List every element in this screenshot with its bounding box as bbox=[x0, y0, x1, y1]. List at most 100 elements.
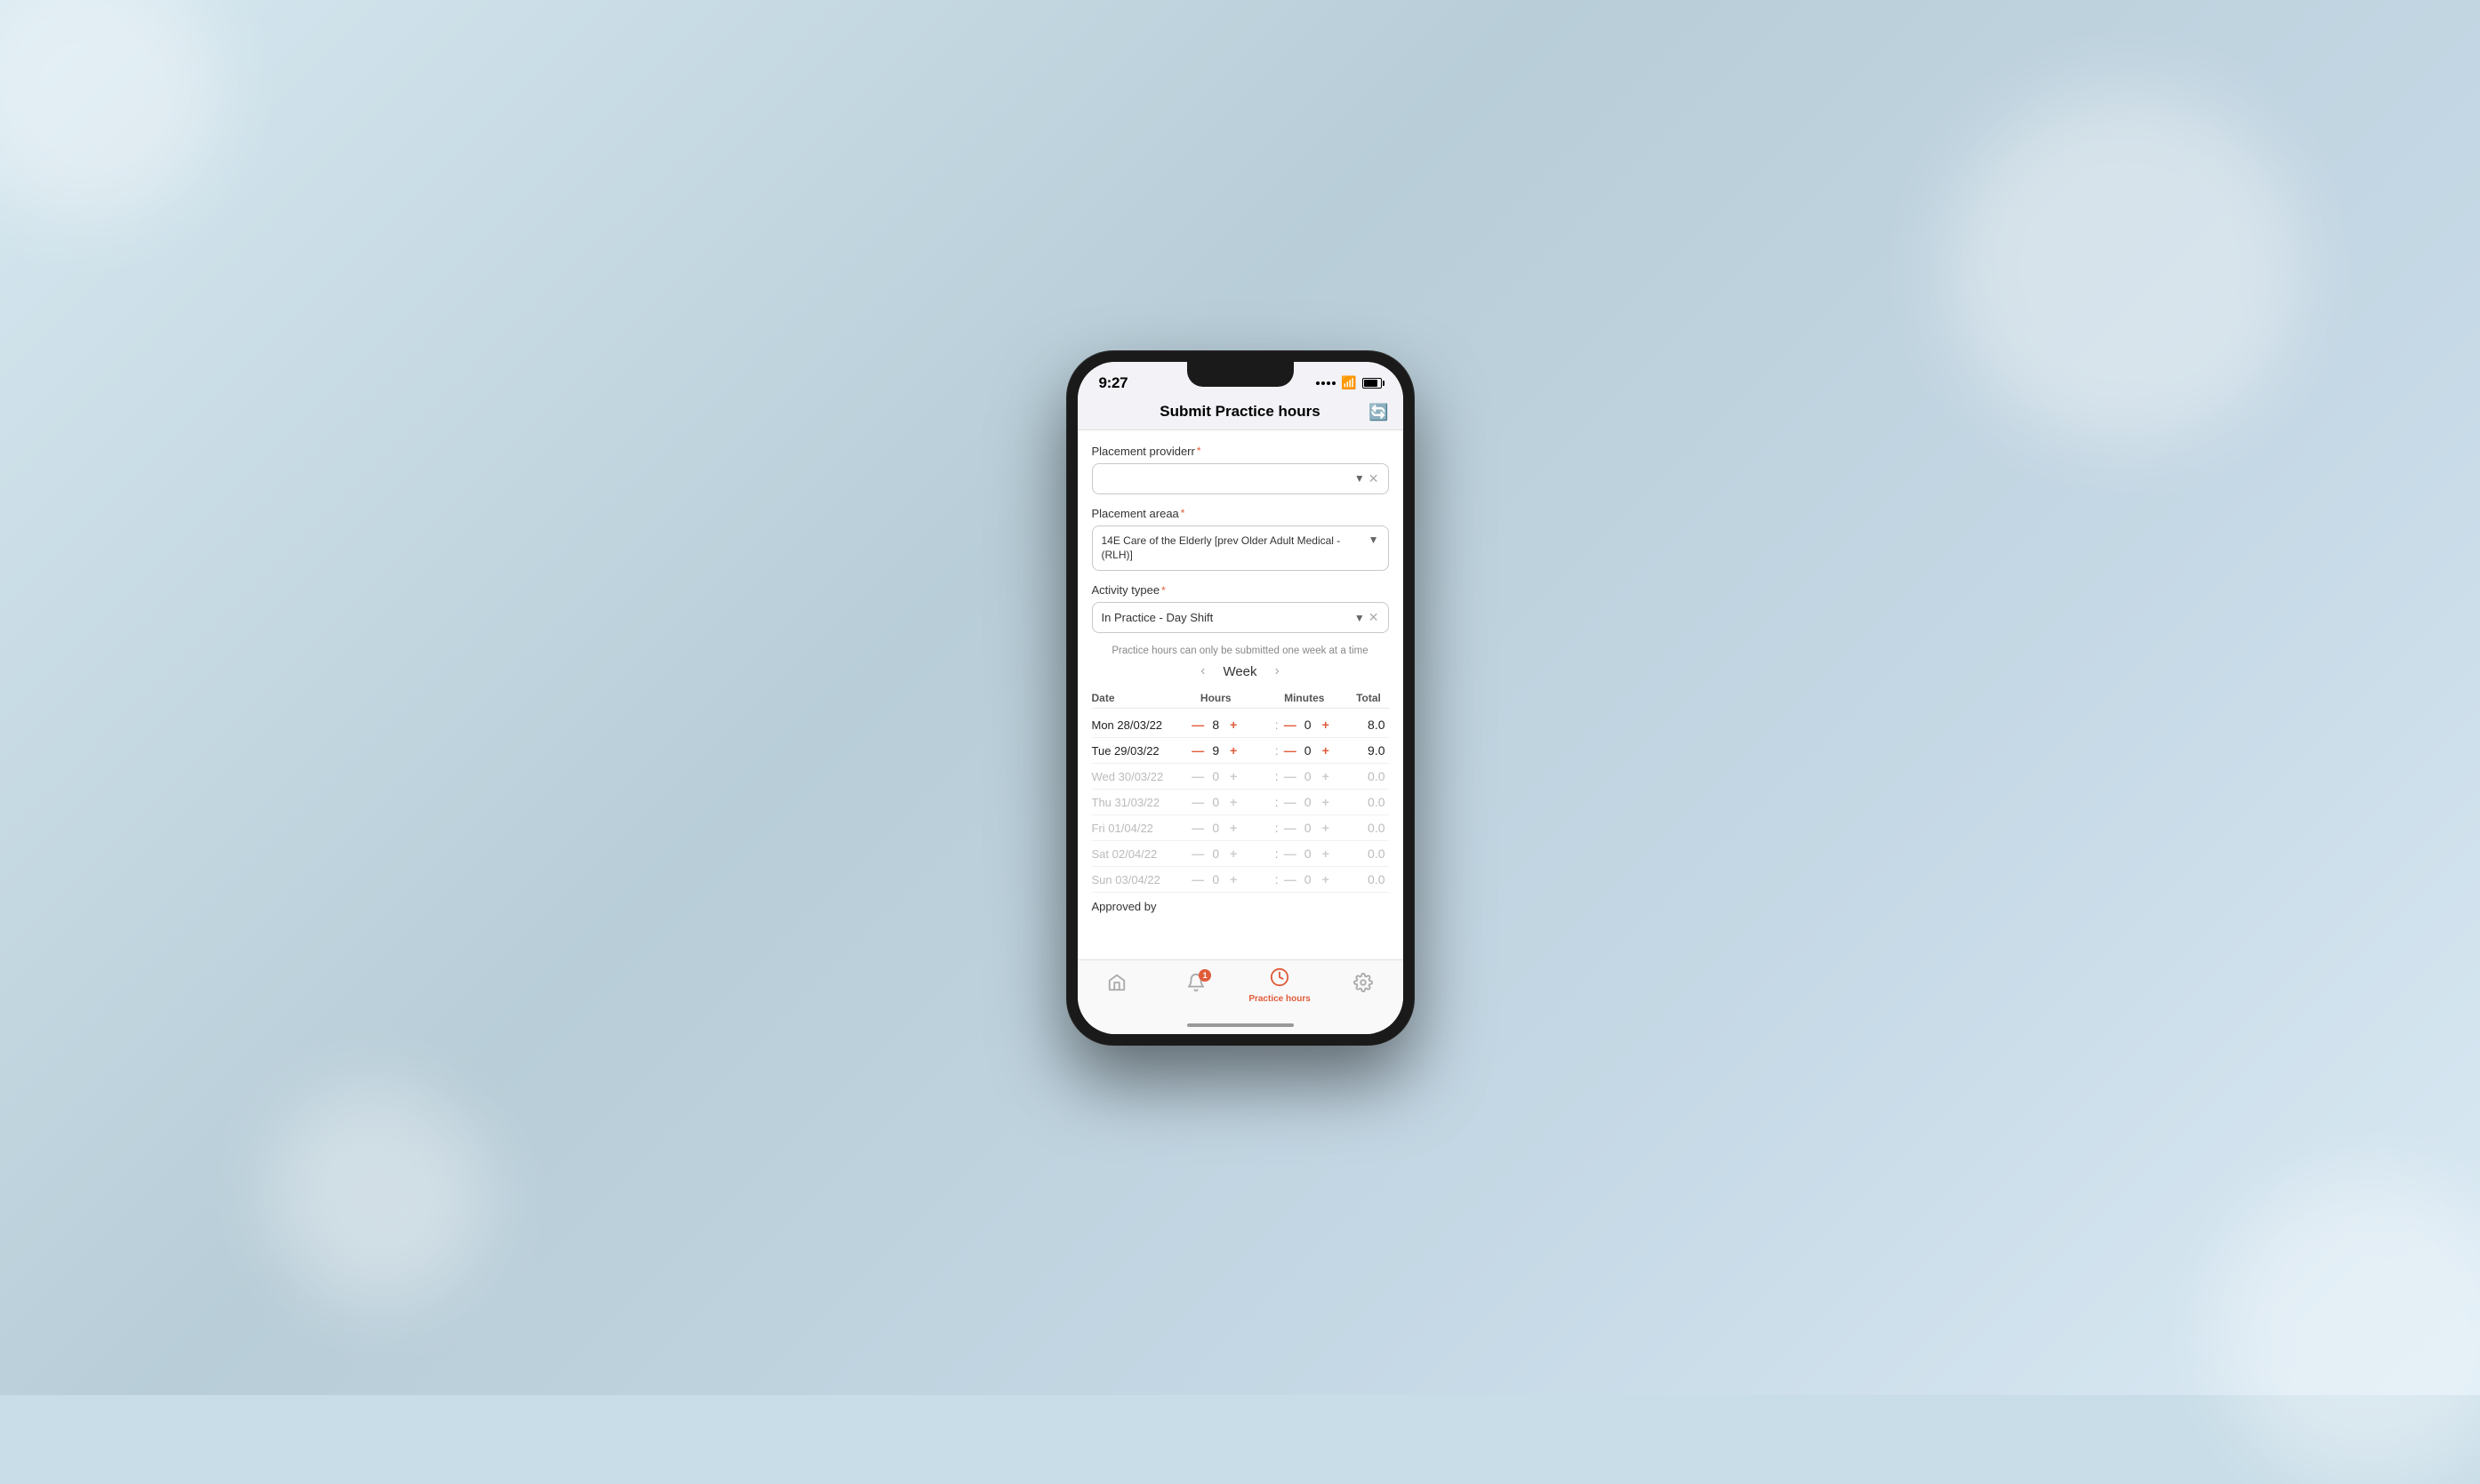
hours-decrease-button[interactable]: — bbox=[1190, 795, 1206, 809]
minutes-value: 0 bbox=[1302, 821, 1314, 835]
history-icon[interactable]: 🔄 bbox=[1368, 403, 1388, 421]
phone-screen: 9:27 📶 Submit Practice hours bbox=[1078, 362, 1403, 1034]
minutes-increase-button[interactable]: + bbox=[1318, 795, 1334, 809]
placement-provider-select[interactable]: ▼ ✕ bbox=[1092, 463, 1389, 494]
battery-icon bbox=[1362, 378, 1382, 389]
total-value: 8.0 bbox=[1349, 718, 1389, 732]
placement-area-group: Placement areaa * 14E Care of the Elderl… bbox=[1092, 507, 1389, 572]
practice-hours-icon bbox=[1270, 967, 1289, 992]
day-label: Thu 31/03/22 bbox=[1092, 796, 1172, 809]
minutes-increase-button[interactable]: + bbox=[1318, 821, 1334, 835]
table-row: Fri 01/04/22 — 0 + : — 0 bbox=[1092, 815, 1389, 841]
minutes-value: 0 bbox=[1302, 769, 1314, 783]
hours-decrease-button[interactable]: — bbox=[1190, 872, 1206, 886]
home-icon bbox=[1107, 973, 1127, 998]
hours-increase-button[interactable]: + bbox=[1225, 743, 1241, 758]
week-prev-button[interactable]: ‹ bbox=[1200, 663, 1205, 679]
hours-value: 8 bbox=[1209, 718, 1222, 732]
week-note: Practice hours can only be submitted one… bbox=[1092, 646, 1389, 656]
phone-mockup: 9:27 📶 Submit Practice hours bbox=[1067, 351, 1414, 1045]
colon-separator: : bbox=[1275, 846, 1279, 861]
hours-value: 0 bbox=[1209, 846, 1222, 861]
day-label: Sun 03/04/22 bbox=[1092, 873, 1172, 886]
hours-control: — 0 + bbox=[1172, 872, 1261, 886]
minutes-decrease-button[interactable]: — bbox=[1282, 769, 1298, 783]
home-indicator bbox=[1078, 1016, 1403, 1034]
minutes-decrease-button[interactable]: — bbox=[1282, 821, 1298, 835]
signal-icon bbox=[1316, 381, 1336, 385]
header-date: Date bbox=[1092, 692, 1172, 704]
notification-badge: 1 bbox=[1199, 969, 1211, 982]
placement-provider-group: Placement providerr * ▼ ✕ bbox=[1092, 445, 1389, 494]
hours-control: — 8 + bbox=[1172, 718, 1261, 732]
settings-icon bbox=[1353, 973, 1373, 998]
activity-type-value: In Practice - Day Shift bbox=[1102, 611, 1354, 624]
nav-item-settings[interactable] bbox=[1336, 973, 1390, 998]
table-row: Sun 03/04/22 — 0 + : — 0 bbox=[1092, 867, 1389, 893]
page-title: Submit Practice hours bbox=[1160, 403, 1320, 421]
week-navigation: ‹ Week › bbox=[1092, 663, 1389, 679]
minutes-increase-button[interactable]: + bbox=[1318, 718, 1334, 732]
colon-separator: : bbox=[1275, 718, 1279, 732]
minutes-increase-button[interactable]: + bbox=[1318, 872, 1334, 886]
minutes-value: 0 bbox=[1302, 795, 1314, 809]
placement-provider-required: * bbox=[1197, 445, 1201, 457]
total-value: 0.0 bbox=[1349, 795, 1389, 809]
placement-area-select[interactable]: 14E Care of the Elderly [prev Older Adul… bbox=[1092, 525, 1389, 572]
minutes-control: : — 0 + bbox=[1260, 718, 1349, 732]
table-row: Tue 29/03/22 — 9 + : — 0 bbox=[1092, 738, 1389, 764]
minutes-decrease-button[interactable]: — bbox=[1282, 846, 1298, 861]
table-row: Thu 31/03/22 — 0 + : — 0 bbox=[1092, 790, 1389, 815]
minutes-decrease-button[interactable]: — bbox=[1282, 795, 1298, 809]
nav-item-practice-hours[interactable]: Practice hours bbox=[1248, 967, 1310, 1004]
hours-decrease-button[interactable]: — bbox=[1190, 846, 1206, 861]
minutes-control: : — 0 + bbox=[1260, 872, 1349, 886]
day-label: Fri 01/04/22 bbox=[1092, 822, 1172, 835]
hours-increase-button[interactable]: + bbox=[1225, 872, 1241, 886]
minutes-increase-button[interactable]: + bbox=[1318, 769, 1334, 783]
header: Submit Practice hours 🔄 bbox=[1078, 396, 1403, 430]
content-area: Placement providerr * ▼ ✕ Placement a bbox=[1078, 430, 1403, 959]
minutes-control: : — 0 + bbox=[1260, 795, 1349, 809]
hours-value: 0 bbox=[1209, 821, 1222, 835]
activity-type-select[interactable]: In Practice - Day Shift ▼ ✕ bbox=[1092, 602, 1389, 633]
table-row: Sat 02/04/22 — 0 + : — 0 bbox=[1092, 841, 1389, 867]
bottom-navigation: 1 Practice hours bbox=[1078, 959, 1403, 1016]
placement-provider-clear-icon[interactable]: ✕ bbox=[1368, 471, 1379, 486]
placement-area-label: Placement areaa * bbox=[1092, 507, 1389, 520]
minutes-increase-button[interactable]: + bbox=[1318, 846, 1334, 861]
minutes-decrease-button[interactable]: — bbox=[1282, 872, 1298, 886]
week-label: Week bbox=[1223, 664, 1256, 679]
activity-type-group: Activity typee * In Practice - Day Shift… bbox=[1092, 583, 1389, 633]
table-header: Date Hours Minutes Total bbox=[1092, 688, 1389, 709]
hours-control: — 0 + bbox=[1172, 821, 1261, 835]
hours-increase-button[interactable]: + bbox=[1225, 718, 1241, 732]
hours-increase-button[interactable]: + bbox=[1225, 769, 1241, 783]
placement-area-value: 14E Care of the Elderly [prev Older Adul… bbox=[1102, 533, 1365, 564]
table-row: Wed 30/03/22 — 0 + : — 0 bbox=[1092, 764, 1389, 790]
colon-separator: : bbox=[1275, 743, 1279, 758]
minutes-decrease-button[interactable]: — bbox=[1282, 718, 1298, 732]
activity-type-clear-icon[interactable]: ✕ bbox=[1368, 610, 1379, 625]
hours-value: 0 bbox=[1209, 872, 1222, 886]
colon-separator: : bbox=[1275, 872, 1279, 886]
hours-decrease-button[interactable]: — bbox=[1190, 821, 1206, 835]
hours-value: 0 bbox=[1209, 769, 1222, 783]
hours-increase-button[interactable]: + bbox=[1225, 846, 1241, 861]
hours-decrease-button[interactable]: — bbox=[1190, 718, 1206, 732]
total-value: 9.0 bbox=[1349, 743, 1389, 758]
hours-increase-button[interactable]: + bbox=[1225, 795, 1241, 809]
minutes-increase-button[interactable]: + bbox=[1318, 743, 1334, 758]
hours-increase-button[interactable]: + bbox=[1225, 821, 1241, 835]
week-next-button[interactable]: › bbox=[1275, 663, 1280, 679]
minutes-decrease-button[interactable]: — bbox=[1282, 743, 1298, 758]
practice-hours-label: Practice hours bbox=[1248, 994, 1310, 1004]
hours-decrease-button[interactable]: — bbox=[1190, 769, 1206, 783]
notifications-icon: 1 bbox=[1186, 973, 1206, 998]
nav-item-home[interactable] bbox=[1090, 973, 1144, 998]
hours-decrease-button[interactable]: — bbox=[1190, 743, 1206, 758]
status-time: 9:27 bbox=[1099, 374, 1128, 392]
activity-type-required: * bbox=[1161, 584, 1166, 597]
minutes-control: : — 0 + bbox=[1260, 743, 1349, 758]
nav-item-notifications[interactable]: 1 bbox=[1169, 973, 1223, 998]
